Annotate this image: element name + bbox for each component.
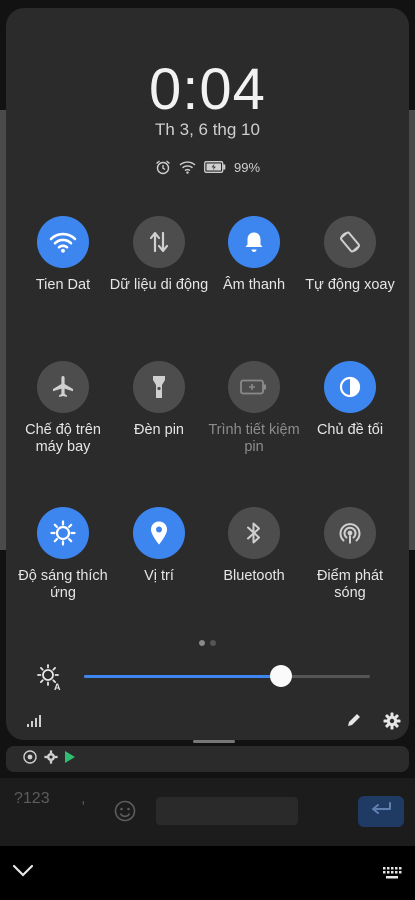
mobile-data-icon[interactable]	[133, 216, 185, 268]
enter-key[interactable]	[358, 796, 404, 827]
signal-bars-icon[interactable]	[26, 714, 42, 733]
battery-percent: 99%	[233, 159, 261, 175]
navigation-bar	[0, 846, 415, 900]
location-icon[interactable]	[133, 507, 185, 559]
symbols-key[interactable]: ?123	[14, 790, 50, 808]
tile-label: Điểm phát sóng	[316, 568, 384, 601]
tile-adaptive-brightness[interactable]: Độ sáng thích ứng	[13, 507, 113, 602]
quick-settings-panel: 0:04 Th 3, 6 thg 10 99% Tien Dat Dữ liệu…	[6, 8, 409, 743]
eye-icon	[22, 749, 38, 769]
dark-theme-icon[interactable]	[324, 361, 376, 413]
battery-charging-icon	[204, 161, 226, 173]
tile-location[interactable]: Vị trí	[109, 507, 209, 585]
tile-label: Chế độ trên máy bay	[25, 422, 101, 455]
comma-key[interactable]: ,	[81, 790, 85, 808]
page-dot-active[interactable]	[199, 640, 205, 646]
tile-dark-theme[interactable]: Chủ đề tối	[300, 361, 400, 439]
brightness-slider-fill	[84, 675, 282, 678]
play-store-icon	[64, 750, 76, 769]
date[interactable]: Th 3, 6 thg 10	[6, 120, 409, 140]
page-dot[interactable]	[210, 640, 216, 646]
tile-label: Tự động xoay	[305, 277, 395, 293]
tile-airplane-mode[interactable]: Chế độ trên máy bay	[13, 361, 113, 456]
gear-icon	[44, 749, 58, 769]
chevron-down-icon[interactable]	[12, 864, 34, 883]
tile-mobile-data[interactable]: Dữ liệu di động	[109, 216, 209, 294]
status-icons: 99%	[6, 159, 409, 175]
background-app-edge	[409, 110, 415, 550]
wifi-status-icon	[179, 160, 196, 174]
tile-wifi[interactable]: Tien Dat	[13, 216, 113, 294]
drag-handle[interactable]	[193, 740, 235, 743]
tile-flashlight[interactable]: Đèn pin	[109, 361, 209, 439]
alarm-icon	[155, 159, 171, 175]
tile-bluetooth[interactable]: Bluetooth	[204, 507, 304, 585]
tile-label: Tien Dat	[35, 277, 91, 293]
tile-auto-rotate[interactable]: Tự động xoay	[300, 216, 400, 294]
tile-label: Trình tiết kiệm pin	[208, 422, 300, 455]
clock[interactable]: 0:04	[6, 56, 409, 123]
tile-label: Bluetooth	[223, 568, 285, 584]
bell-icon[interactable]	[228, 216, 280, 268]
brightness-slider-thumb[interactable]	[270, 665, 293, 687]
wifi-icon[interactable]	[37, 216, 89, 268]
hotspot-icon[interactable]	[324, 507, 376, 559]
brightness-slider[interactable]	[84, 665, 370, 687]
keyboard-switch-icon[interactable]	[382, 866, 402, 885]
tile-label: Đèn pin	[134, 422, 184, 438]
airplane-icon[interactable]	[37, 361, 89, 413]
notification-icons-strip[interactable]	[6, 746, 409, 772]
tile-battery-saver[interactable]: Trình tiết kiệm pin	[204, 361, 304, 456]
brightness-auto-icon[interactable]: A	[36, 663, 62, 696]
auto-rotate-icon[interactable]	[324, 216, 376, 268]
tile-label: Độ sáng thích ứng	[18, 568, 108, 601]
settings-gear-icon[interactable]	[383, 712, 401, 735]
emoji-icon[interactable]	[114, 800, 136, 827]
adaptive-brightness-icon[interactable]	[37, 507, 89, 559]
tile-label: Âm thanh	[222, 277, 286, 293]
tile-hotspot[interactable]: Điểm phát sóng	[300, 507, 400, 602]
tile-sound[interactable]: Âm thanh	[204, 216, 304, 294]
space-key[interactable]	[156, 797, 298, 825]
battery-saver-icon[interactable]	[228, 361, 280, 413]
edit-icon[interactable]	[346, 712, 362, 733]
page-indicator	[6, 640, 409, 646]
flashlight-icon[interactable]	[133, 361, 185, 413]
tile-label: Vị trí	[144, 568, 174, 584]
bluetooth-icon[interactable]	[228, 507, 280, 559]
svg-text:A: A	[54, 682, 61, 691]
tile-label: Dữ liệu di động	[109, 277, 209, 293]
enter-icon	[370, 802, 392, 821]
tile-label: Chủ đề tối	[316, 422, 384, 438]
